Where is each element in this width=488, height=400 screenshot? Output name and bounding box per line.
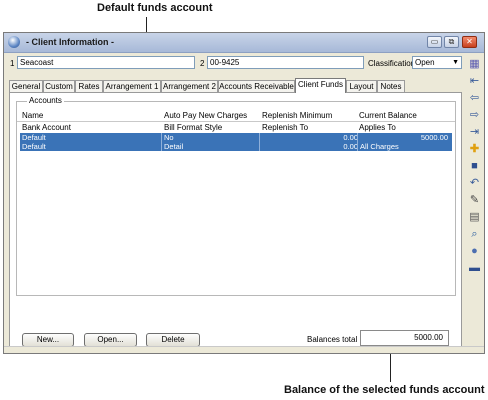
tab-client-funds[interactable]: Client Funds [295, 78, 346, 93]
tab-custom[interactable]: Custom [43, 80, 75, 92]
add-icon[interactable]: ✚ [467, 142, 482, 157]
row-bank-account: Default [22, 142, 46, 151]
classification-value: Open [415, 58, 435, 67]
accounts-group-label: Accounts [27, 96, 64, 105]
tab-general[interactable]: General [9, 80, 43, 92]
col-header-bank-account: Bank Account [22, 123, 71, 132]
col-header-current-balance: Current Balance [359, 111, 417, 120]
client-funds-panel: Accounts Name Auto Pay New Charges Reple… [9, 92, 462, 352]
table-row[interactable]: Default Detail 0.00 All Charges [20, 142, 452, 151]
row-applies-to: All Charges [360, 142, 399, 151]
client-code-label: 2 [200, 59, 205, 68]
client-name-field[interactable]: Seacoast [17, 56, 195, 69]
doc-icon[interactable]: ▤ [467, 210, 482, 225]
open-button[interactable]: Open... [84, 333, 137, 347]
tab-layout[interactable]: Layout [346, 80, 377, 92]
back-icon[interactable]: ⇦ [467, 91, 482, 106]
header-divider [17, 121, 455, 122]
app-icon [8, 36, 20, 48]
delete-button[interactable]: Delete [146, 333, 200, 347]
accounts-groupbox: Accounts Name Auto Pay New Charges Reple… [16, 96, 456, 296]
edit-doc-icon[interactable]: ✎ [467, 193, 482, 208]
database-icon[interactable]: ● [467, 244, 482, 259]
tab-rates[interactable]: Rates [75, 80, 103, 92]
tab-accounts-receivable[interactable]: Accounts Receivable [218, 80, 295, 92]
undo-icon[interactable]: ↶ [467, 176, 482, 191]
export-icon[interactable]: ⇥ [467, 125, 482, 140]
row-current-balance: 5000.00 [420, 133, 448, 142]
col-header-replenish-to: Replenish To [262, 123, 309, 132]
client-number-label: 1 [10, 59, 15, 68]
tab-arrangement-2[interactable]: Arrangement 2 [161, 80, 218, 92]
client-information-window: - Client Information - ▭ ⧉ ✕ 1 Seacoast … [3, 32, 485, 354]
col-header-replenish-minimum: Replenish Minimum [262, 111, 333, 120]
grid-icon[interactable]: ▦ [467, 57, 482, 72]
row-bill-format-style: Detail [164, 142, 184, 151]
search-icon[interactable]: ⌕ [467, 227, 482, 242]
table-row[interactable]: Default No 0.00 5000.00 [20, 133, 452, 142]
right-toolbar: ▦ ⇤ ⇦ ⇨ ⇥ ✚ ■ ↶ ✎ ▤ ⌕ ● ▬ [466, 54, 483, 350]
col-header-applies-to: Applies To [359, 123, 396, 132]
balances-total-value: 5000.00 [360, 330, 449, 346]
classification-select[interactable]: Open ▼ [412, 56, 462, 69]
close-button[interactable]: ✕ [462, 36, 477, 48]
tab-arrangement-1[interactable]: Arrangement 1 [103, 80, 161, 92]
import-icon[interactable]: ⇤ [467, 74, 482, 89]
row-name: Default [22, 133, 46, 142]
row-replenish-to: 0.00 [343, 142, 358, 151]
restore-button[interactable]: ⧉ [444, 36, 459, 48]
new-button[interactable]: New... [22, 333, 74, 347]
status-bar [4, 346, 484, 353]
title-bar[interactable]: - Client Information - ▭ ⧉ ✕ [4, 33, 484, 53]
chevron-down-icon: ▼ [452, 59, 459, 66]
row-replenish-minimum: 0.00 [343, 133, 358, 142]
client-code-field[interactable]: 00-9425 [207, 56, 364, 69]
save-icon[interactable]: ■ [467, 159, 482, 174]
row-auto-pay: No [164, 133, 174, 142]
col-header-bill-format-style: Bill Format Style [164, 123, 223, 132]
window-title: - Client Information - [26, 37, 114, 47]
col-header-name: Name [22, 111, 44, 120]
forward-icon[interactable]: ⇨ [467, 108, 482, 123]
divider-icon[interactable]: ▬ [467, 261, 482, 276]
col-header-auto-pay: Auto Pay New Charges [164, 111, 248, 120]
callout-balance-selected-account: Balance of the selected funds account [284, 384, 485, 396]
minimize-button[interactable]: ▭ [427, 36, 442, 48]
tab-notes[interactable]: Notes [377, 80, 405, 92]
balances-total-label: Balances total [307, 335, 358, 344]
callout-default-funds-account: Default funds account [97, 2, 213, 14]
classification-label: Classification [368, 59, 416, 68]
